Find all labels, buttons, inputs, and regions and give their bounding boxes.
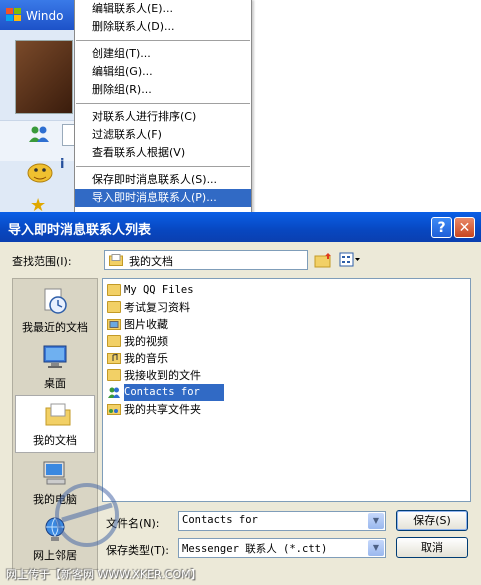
menu-item-delete-contact[interactable]: 删除联系人(D)... (75, 18, 251, 36)
watermark-logo (55, 483, 119, 547)
file-name: Contacts for (124, 384, 224, 401)
dialog-titlebar: 导入即时消息联系人列表 ? ✕ (0, 212, 481, 242)
menu-separator (76, 166, 250, 167)
info-icon[interactable]: i (60, 157, 64, 172)
documents-folder-icon (109, 254, 123, 266)
menu-item-create-group[interactable]: 创建组(T)... (75, 45, 251, 63)
look-in-value: 我的文档 (129, 255, 173, 268)
folder-icon (107, 335, 121, 347)
file-type-dropdown[interactable]: Messenger 联系人 (*.ctt) ▼ (178, 538, 386, 558)
menu-separator (76, 40, 250, 41)
contacts-file-icon (108, 387, 120, 398)
windows-logo-icon (6, 8, 22, 22)
messenger-title: Windo (26, 9, 64, 23)
file-name: 图片收藏 (124, 318, 168, 331)
file-name: 我的视频 (124, 335, 168, 348)
close-button[interactable]: ✕ (454, 217, 475, 238)
save-button[interactable]: 保存(S) (396, 510, 468, 531)
music-folder-icon (107, 353, 121, 364)
menu-item-edit-group[interactable]: 编辑组(G)... (75, 63, 251, 81)
file-type-value: Messenger 联系人 (*.ctt) (182, 543, 328, 555)
file-name: My QQ Files (124, 284, 194, 296)
chevron-down-icon[interactable]: ▼ (368, 513, 384, 529)
contacts-icon[interactable] (28, 125, 50, 143)
file-name-value: Contacts for (182, 514, 258, 526)
menu-item-import-im-contacts[interactable]: 导入即时消息联系人(P)... (75, 189, 251, 207)
pictures-folder-icon (107, 319, 121, 330)
file-name: 我的共享文件夹 (124, 403, 201, 416)
duck-icon[interactable] (26, 158, 54, 184)
file-list[interactable]: My QQ Files 考试复习资料 图片收藏 我的视频 我的音乐 我接收到的文… (102, 278, 471, 502)
my-documents-icon (45, 403, 71, 426)
place-desktop[interactable]: 桌面 (13, 339, 97, 395)
menu-item-delete-group[interactable]: 删除组(R)... (75, 81, 251, 99)
look-in-label: 查找范围(I): (12, 255, 72, 268)
place-label: 桌面 (44, 377, 66, 390)
folder-icon (107, 301, 121, 313)
place-my-documents[interactable]: 我的文档 (15, 395, 95, 453)
file-name: 我的音乐 (124, 352, 168, 365)
dialog-title: 导入即时消息联系人列表 (8, 223, 152, 238)
menu-separator (76, 103, 250, 104)
place-label: 我的文档 (33, 434, 77, 447)
file-name: 我接收到的文件 (124, 369, 201, 382)
menu-item-sort-contacts[interactable]: 对联系人进行排序(C) (75, 108, 251, 126)
file-name: 考试复习资料 (124, 301, 190, 314)
recent-documents-icon (44, 288, 67, 314)
up-one-level-icon[interactable] (314, 252, 334, 268)
look-in-dropdown[interactable]: 我的文档 (104, 250, 308, 270)
place-recent-documents[interactable]: 我最近的文档 (13, 283, 97, 339)
shared-folder-icon (107, 404, 121, 415)
view-menu-icon[interactable] (339, 252, 361, 268)
folder-icon (107, 369, 121, 381)
watermark-text: 网上传于【新客网 WWW.XKER.COM】 (6, 568, 202, 581)
menu-item-save-im-contacts[interactable]: 保存即时消息联系人(S)... (75, 171, 251, 189)
avatar[interactable] (15, 40, 73, 114)
file-name-input[interactable]: Contacts for ▼ (178, 511, 386, 531)
contacts-context-menu: 编辑联系人(E)... 删除联系人(D)... 创建组(T)... 编辑组(G)… (74, 0, 252, 215)
folder-icon (107, 284, 121, 296)
chevron-down-icon[interactable]: ▼ (368, 540, 384, 556)
menu-item-edit-contact[interactable]: 编辑联系人(E)... (75, 0, 251, 18)
messenger-titlebar: Windo (0, 0, 80, 30)
place-label: 我最近的文档 (22, 321, 88, 334)
desktop-icon (43, 345, 67, 368)
help-button[interactable]: ? (431, 217, 452, 238)
menu-item-view-contacts-by[interactable]: 查看联系人根据(V) (75, 144, 251, 162)
cancel-button[interactable]: 取消 (396, 537, 468, 558)
menu-item-filter-contacts[interactable]: 过滤联系人(F) (75, 126, 251, 144)
